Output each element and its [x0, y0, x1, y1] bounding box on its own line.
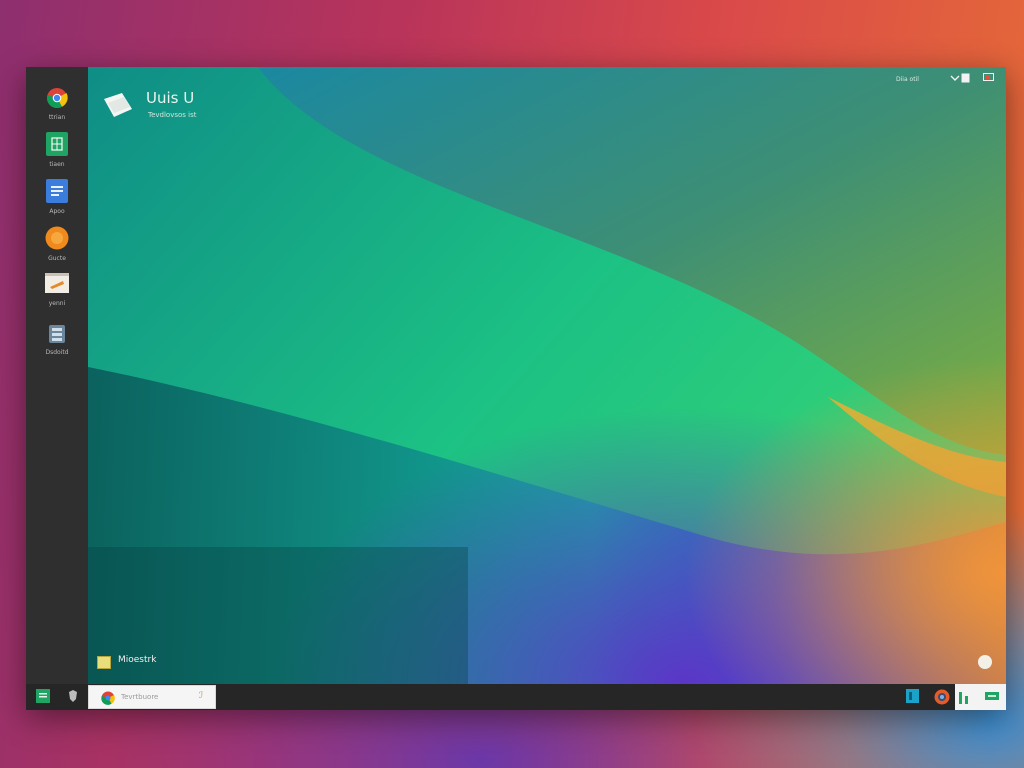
sidebar-item-label: Dsdoitd — [45, 349, 69, 356]
sidebar-item-files[interactable]: Dsdoitd — [26, 324, 88, 356]
orange-circle-icon — [45, 226, 69, 250]
chrome-icon — [47, 88, 68, 109]
taskbar: Tevrtbuore ℐ — [26, 684, 1006, 710]
notes-icon — [45, 273, 69, 293]
desktop-note-label[interactable]: Mioestrk — [118, 655, 156, 665]
system-tray-panel — [955, 684, 1006, 710]
desktop-notification-icon[interactable] — [978, 655, 992, 669]
browser-icon[interactable] — [934, 689, 950, 705]
search-input[interactable]: Tevrtbuore — [121, 693, 158, 701]
monitor-screen: ttrian tiaen Apoo Gucte yenni Dsdoitd Uu… — [26, 67, 1006, 710]
desktop-wallpaper: Uuis U Tevdlovsos ist Diia otil Mioestrk — [88, 67, 1006, 684]
start-menu-icon[interactable] — [36, 689, 50, 703]
tray-text: Diia otil — [896, 76, 919, 83]
desktop-title: Uuis U — [146, 89, 195, 107]
shield-icon[interactable] — [68, 689, 78, 703]
sidebar-item-label: Apoo — [49, 208, 65, 215]
sidebar-item-label: tiaen — [49, 161, 65, 168]
chevron-down-icon[interactable] — [950, 73, 960, 83]
sheets-icon — [46, 132, 68, 156]
sidebar-item-chrome[interactable]: ttrian — [26, 87, 88, 121]
desktop-subtitle: Tevdlovsos ist — [148, 111, 197, 119]
search-end-glyph[interactable]: ℐ — [199, 691, 203, 701]
network-icon[interactable] — [985, 692, 999, 700]
taskbar-search[interactable]: Tevrtbuore ℐ — [88, 685, 216, 709]
battery-icon[interactable] — [983, 73, 995, 81]
docs-icon — [46, 179, 68, 203]
sidebar-item-label: ttrian — [48, 114, 66, 121]
wallpaper-art — [88, 67, 1006, 684]
files-icon — [49, 325, 65, 343]
app-sidebar: ttrian tiaen Apoo Gucte yenni Dsdoitd — [26, 67, 88, 684]
app-blue-icon[interactable] — [906, 689, 919, 703]
paper-stack-icon — [104, 93, 132, 117]
note-icon[interactable] — [97, 656, 111, 669]
sidebar-item-sheets[interactable]: tiaen — [26, 132, 88, 168]
bar-chart-icon[interactable] — [959, 690, 969, 704]
sidebar-item-label: Gucte — [48, 255, 66, 262]
sidebar-item-docs[interactable]: Apoo — [26, 179, 88, 215]
search-app-icon — [101, 691, 115, 705]
window-icon[interactable] — [961, 73, 970, 83]
sidebar-item-orange-app[interactable]: Gucte — [26, 226, 88, 262]
sidebar-item-label: yenni — [48, 300, 66, 307]
sidebar-item-notes[interactable]: yenni — [26, 273, 88, 307]
